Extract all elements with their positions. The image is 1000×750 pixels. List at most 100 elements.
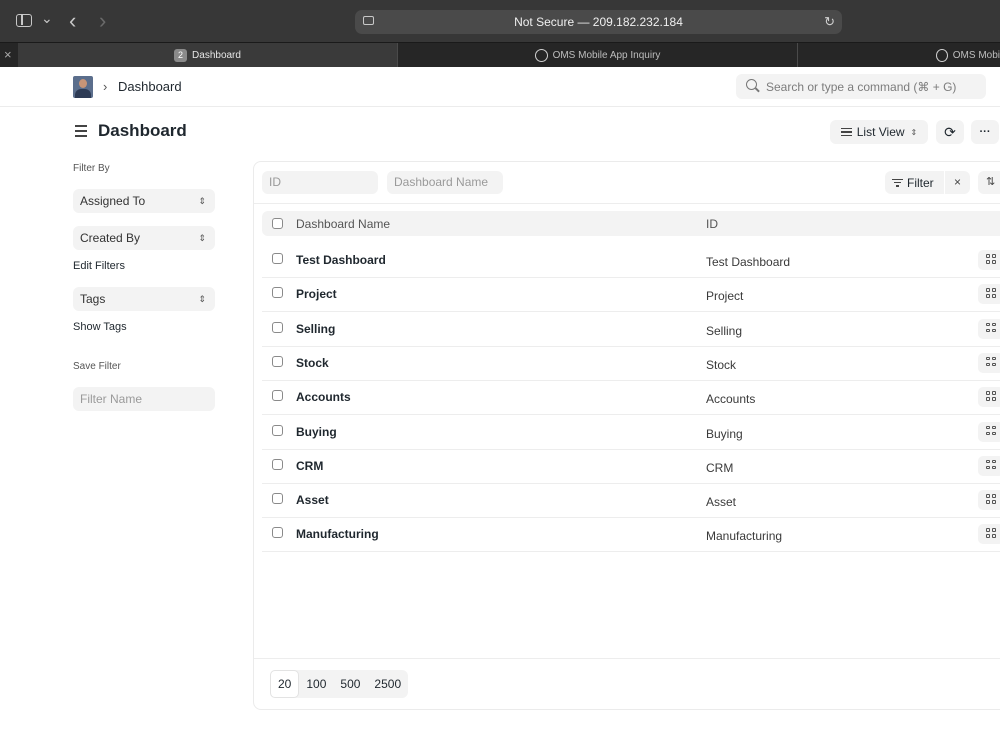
tags-select[interactable]: Tags ⇕ <box>73 287 215 311</box>
row-actions-button[interactable] <box>978 250 1000 270</box>
row-actions-button[interactable] <box>978 284 1000 305</box>
breadcrumb[interactable]: Dashboard <box>118 79 182 94</box>
back-icon[interactable]: ‹ <box>69 10 76 32</box>
browser-titlebar: ⌄ ‹ › Not Secure — 209.182.232.184 ↻ <box>0 0 1000 42</box>
row-actions-button[interactable] <box>978 352 1000 373</box>
table-row[interactable]: Accounts Accounts <box>262 381 1000 416</box>
row-checkbox[interactable] <box>272 253 283 264</box>
row-name[interactable]: Project <box>296 287 337 301</box>
chevron-down-icon[interactable]: ⌄ <box>41 11 53 25</box>
save-filter-label: Save Filter <box>73 361 121 372</box>
created-by-label: Created By <box>80 231 141 245</box>
select-all-checkbox[interactable] <box>272 218 283 229</box>
row-name[interactable]: Accounts <box>296 390 351 404</box>
row-actions-button[interactable] <box>978 490 1000 511</box>
row-id: CRM <box>706 460 734 475</box>
filter-icon <box>892 179 903 189</box>
openai-icon <box>936 49 948 62</box>
tab-label: Dashboard <box>192 50 241 61</box>
address-bar[interactable]: Not Secure — 209.182.232.184 ↻ <box>355 10 842 34</box>
select-arrows-icon: ⇕ <box>198 294 206 304</box>
column-header-name[interactable]: Dashboard Name <box>296 217 390 231</box>
search-input[interactable]: Search or type a command (⌘ + G) <box>736 74 986 99</box>
avatar[interactable] <box>73 76 93 98</box>
table-row[interactable]: Selling Selling <box>262 313 1000 347</box>
show-tags-link[interactable]: Show Tags <box>73 321 127 333</box>
table-row[interactable]: CRM CRM <box>262 450 1000 484</box>
row-name[interactable]: Test Dashboard <box>296 253 386 267</box>
filter-name-input[interactable]: Filter Name <box>73 387 215 411</box>
page-size-option[interactable]: 500 <box>333 670 367 698</box>
sort-icon: ⇅ <box>986 176 996 188</box>
divider <box>254 658 1000 659</box>
breadcrumb-separator-icon: › <box>103 79 108 94</box>
divider <box>254 203 1000 204</box>
row-checkbox[interactable] <box>272 527 283 539</box>
table-row[interactable]: Project Project <box>262 278 1000 313</box>
list-view-button[interactable]: List View ⇕ <box>830 120 928 144</box>
hamburger-icon[interactable] <box>75 125 87 137</box>
row-id: Test Dashboard <box>706 255 791 269</box>
close-tab-icon[interactable]: × <box>4 48 12 61</box>
row-checkbox[interactable] <box>272 287 283 299</box>
row-name[interactable]: Asset <box>296 493 329 507</box>
select-arrows-icon: ⇕ <box>198 196 206 206</box>
row-name[interactable]: CRM <box>296 459 323 473</box>
row-checkbox[interactable] <box>272 493 283 505</box>
sort-button[interactable]: ⇅ <box>978 171 1000 194</box>
row-name[interactable]: Selling <box>296 322 335 336</box>
refresh-button[interactable]: ⟳ <box>936 120 964 144</box>
assigned-to-select[interactable]: Assigned To ⇕ <box>73 189 215 213</box>
openai-icon <box>534 49 548 62</box>
tab-oms-mobile[interactable]: OMS Mobi <box>798 43 1000 68</box>
table-row[interactable]: Manufacturing Manufacturing <box>262 518 1000 553</box>
more-actions-button[interactable]: ··· <box>971 120 999 144</box>
row-id: Project <box>706 289 744 304</box>
tab-bar: × 2 Dashboard OMS Mobile App Inquiry OMS… <box>0 42 1000 68</box>
row-id: Manufacturing <box>706 529 783 544</box>
row-actions-button[interactable] <box>978 455 1000 476</box>
row-checkbox[interactable] <box>272 355 283 367</box>
row-actions-button[interactable] <box>978 318 1000 339</box>
row-name[interactable]: Stock <box>296 356 329 370</box>
filter-label: Filter <box>907 176 934 190</box>
table-row[interactable]: Asset Asset <box>262 484 1000 519</box>
row-id: Accounts <box>706 392 756 407</box>
clear-filter-button[interactable]: × <box>945 171 970 194</box>
id-filter-input[interactable]: ID <box>262 171 378 194</box>
row-checkbox[interactable] <box>272 424 283 436</box>
ellipsis-icon: ··· <box>979 126 991 138</box>
page-size-option[interactable]: 2500 <box>367 670 408 698</box>
row-checkbox[interactable] <box>272 321 283 333</box>
row-name[interactable]: Buying <box>296 425 337 439</box>
row-name[interactable]: Manufacturing <box>296 527 379 541</box>
filter-button[interactable]: Filter <box>885 171 944 194</box>
column-header-id[interactable]: ID <box>706 217 718 231</box>
table-row[interactable]: Test Dashboard Test Dashboard <box>262 244 1000 278</box>
row-actions-button[interactable] <box>978 387 1000 408</box>
created-by-select[interactable]: Created By ⇕ <box>73 226 215 250</box>
url-text: Not Secure — 209.182.232.184 <box>514 15 683 29</box>
page-title: Dashboard <box>98 121 187 140</box>
page-size-option[interactable]: 20 <box>270 670 300 698</box>
page-size-option[interactable]: 100 <box>299 670 333 698</box>
row-checkbox[interactable] <box>272 458 283 470</box>
tab-dashboard[interactable]: 2 Dashboard <box>18 43 398 68</box>
tab-label: OMS Mobile App Inquiry <box>552 50 661 61</box>
tab-oms-inquiry[interactable]: OMS Mobile App Inquiry <box>398 43 798 68</box>
row-actions-button[interactable] <box>978 421 1000 442</box>
forward-icon[interactable]: › <box>99 10 106 32</box>
reload-icon[interactable]: ↻ <box>824 14 835 30</box>
dashboard-name-filter-input[interactable]: Dashboard Name <box>387 171 503 194</box>
table-row[interactable]: Stock Stock <box>262 347 1000 381</box>
select-arrows-icon: ⇕ <box>198 233 206 243</box>
row-id: Asset <box>706 495 737 510</box>
search-placeholder: Search or type a command (⌘ + G) <box>766 80 957 94</box>
sidebar-toggle-icon[interactable] <box>16 14 32 27</box>
row-actions-button[interactable] <box>978 524 1000 545</box>
table-row[interactable]: Buying Buying <box>262 416 1000 450</box>
edit-filters-link[interactable]: Edit Filters <box>73 260 125 272</box>
refresh-icon: ⟳ <box>944 123 956 140</box>
row-checkbox[interactable] <box>272 390 283 402</box>
app-header: › Dashboard Search or type a command (⌘ … <box>0 67 1000 107</box>
